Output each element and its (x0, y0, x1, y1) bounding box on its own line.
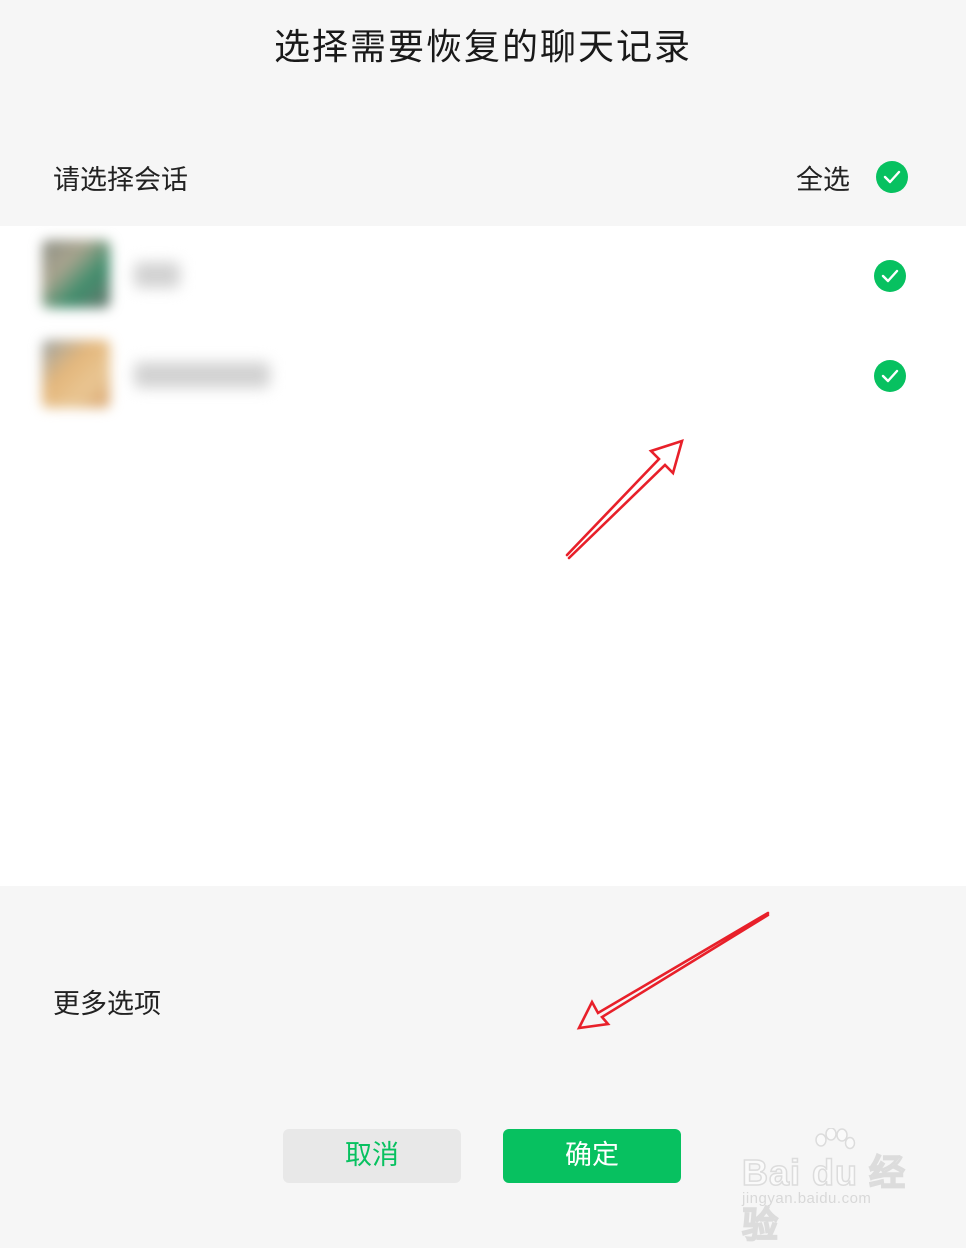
cancel-button[interactable]: 取消 (283, 1129, 461, 1183)
select-all-label: 全选 (796, 164, 850, 196)
page-title: 选择需要恢复的聊天记录 (273, 27, 692, 68)
conversation-list (0, 226, 966, 886)
check-circle-icon (876, 161, 908, 193)
avatar (42, 240, 110, 308)
annotation-arrow-down-icon (576, 911, 770, 1030)
watermark-url: jingyan.baidu.com (742, 1190, 872, 1207)
select-all-toggle[interactable]: 全选 (796, 160, 908, 196)
contact-name-blurred (134, 262, 180, 288)
more-options-item[interactable]: 更多选项 (53, 982, 161, 1021)
conversation-row[interactable] (0, 326, 966, 426)
baidu-jingyan-watermark: Bai du 经验 jingyan.baidu.com (741, 1128, 922, 1246)
avatar (42, 340, 110, 408)
select-conversation-label: 请选择会话 (53, 165, 188, 196)
check-circle-icon[interactable] (874, 260, 906, 292)
conversation-row[interactable] (0, 226, 966, 326)
contact-name-blurred (134, 362, 270, 388)
confirm-button[interactable]: 确定 (503, 1129, 681, 1183)
selection-header: 请选择会话 全选 (0, 128, 966, 226)
check-circle-icon[interactable] (874, 360, 906, 392)
